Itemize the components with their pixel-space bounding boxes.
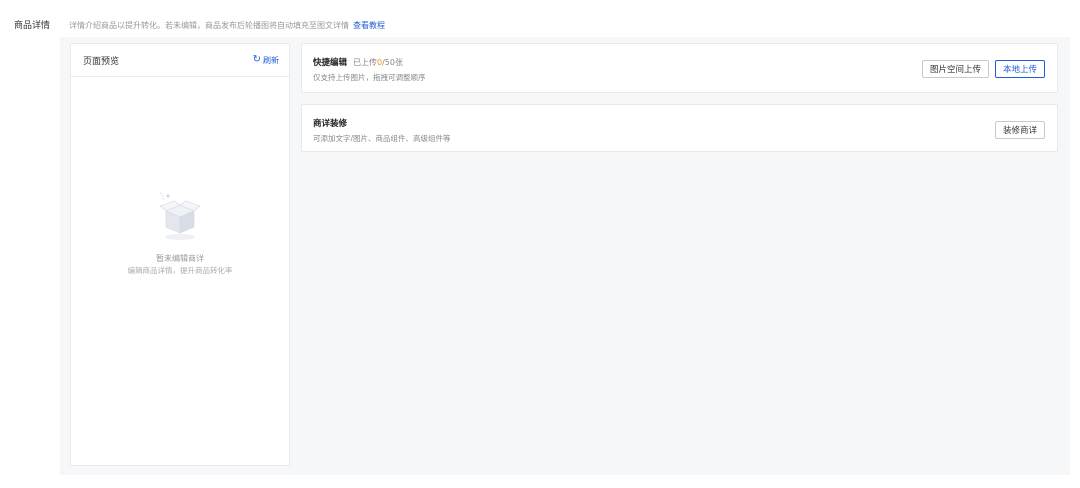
decor-title: 商详装修 (313, 119, 348, 129)
decor-card: 商详装修 可添加文字/图片、商品组件、高级组件等 装修商详 (301, 104, 1058, 152)
empty-state: 暂未编辑商详 编辑商品详情，提升商品转化率 (71, 189, 289, 276)
decor-desc: 可添加文字/图片、商品组件、高级组件等 (313, 134, 451, 143)
preview-panel: 页面预览 ↻ 刷新 暂未编辑商详 编辑商品详情，提升商品转化率 (70, 43, 290, 466)
local-upload-button[interactable]: 本地上传 (994, 60, 1045, 78)
preview-title: 页面预览 (83, 56, 120, 67)
editor-area: 页面预览 ↻ 刷新 暂未编辑商详 编辑商品详情，提升商品转化率 快捷编辑 已上传… (60, 37, 1070, 475)
tip-text: 详情介绍商品以提升转化。若未编辑，商品发布后轮播图将自动填充至图文详情 (69, 21, 349, 30)
quick-edit-title-text: 快捷编辑 (313, 58, 348, 68)
empty-subtitle: 编辑商品详情，提升商品转化率 (127, 266, 233, 275)
decorate-button[interactable]: 装修商详 (994, 121, 1045, 139)
tip-row: 详情介绍商品以提升转化。若未编辑，商品发布后轮播图将自动填充至图文详情 查看教程 (69, 20, 385, 32)
section-label: 商品详情 (14, 21, 51, 31)
tutorial-link[interactable]: 查看教程 (353, 21, 385, 30)
quick-edit-desc: 仅支持上传图片，拖拽可调整顺序 (313, 73, 426, 82)
empty-title: 暂未编辑商详 (156, 254, 204, 263)
quick-edit-card: 快捷编辑 已上传0/50张 仅支持上传图片，拖拽可调整顺序 图片空间上传 本地上传 (301, 43, 1058, 93)
empty-box-icon (159, 192, 201, 240)
refresh-icon: ↻ (252, 54, 261, 65)
preview-header: 页面预览 ↻ 刷新 (71, 44, 289, 77)
image-space-upload-button[interactable]: 图片空间上传 (921, 60, 989, 78)
refresh-button[interactable]: ↻ 刷新 (253, 55, 279, 66)
refresh-label: 刷新 (263, 55, 279, 65)
quick-edit-title: 快捷编辑 已上传0/50张 (313, 56, 403, 68)
upload-counter: 已上传0/50张 (353, 58, 403, 67)
